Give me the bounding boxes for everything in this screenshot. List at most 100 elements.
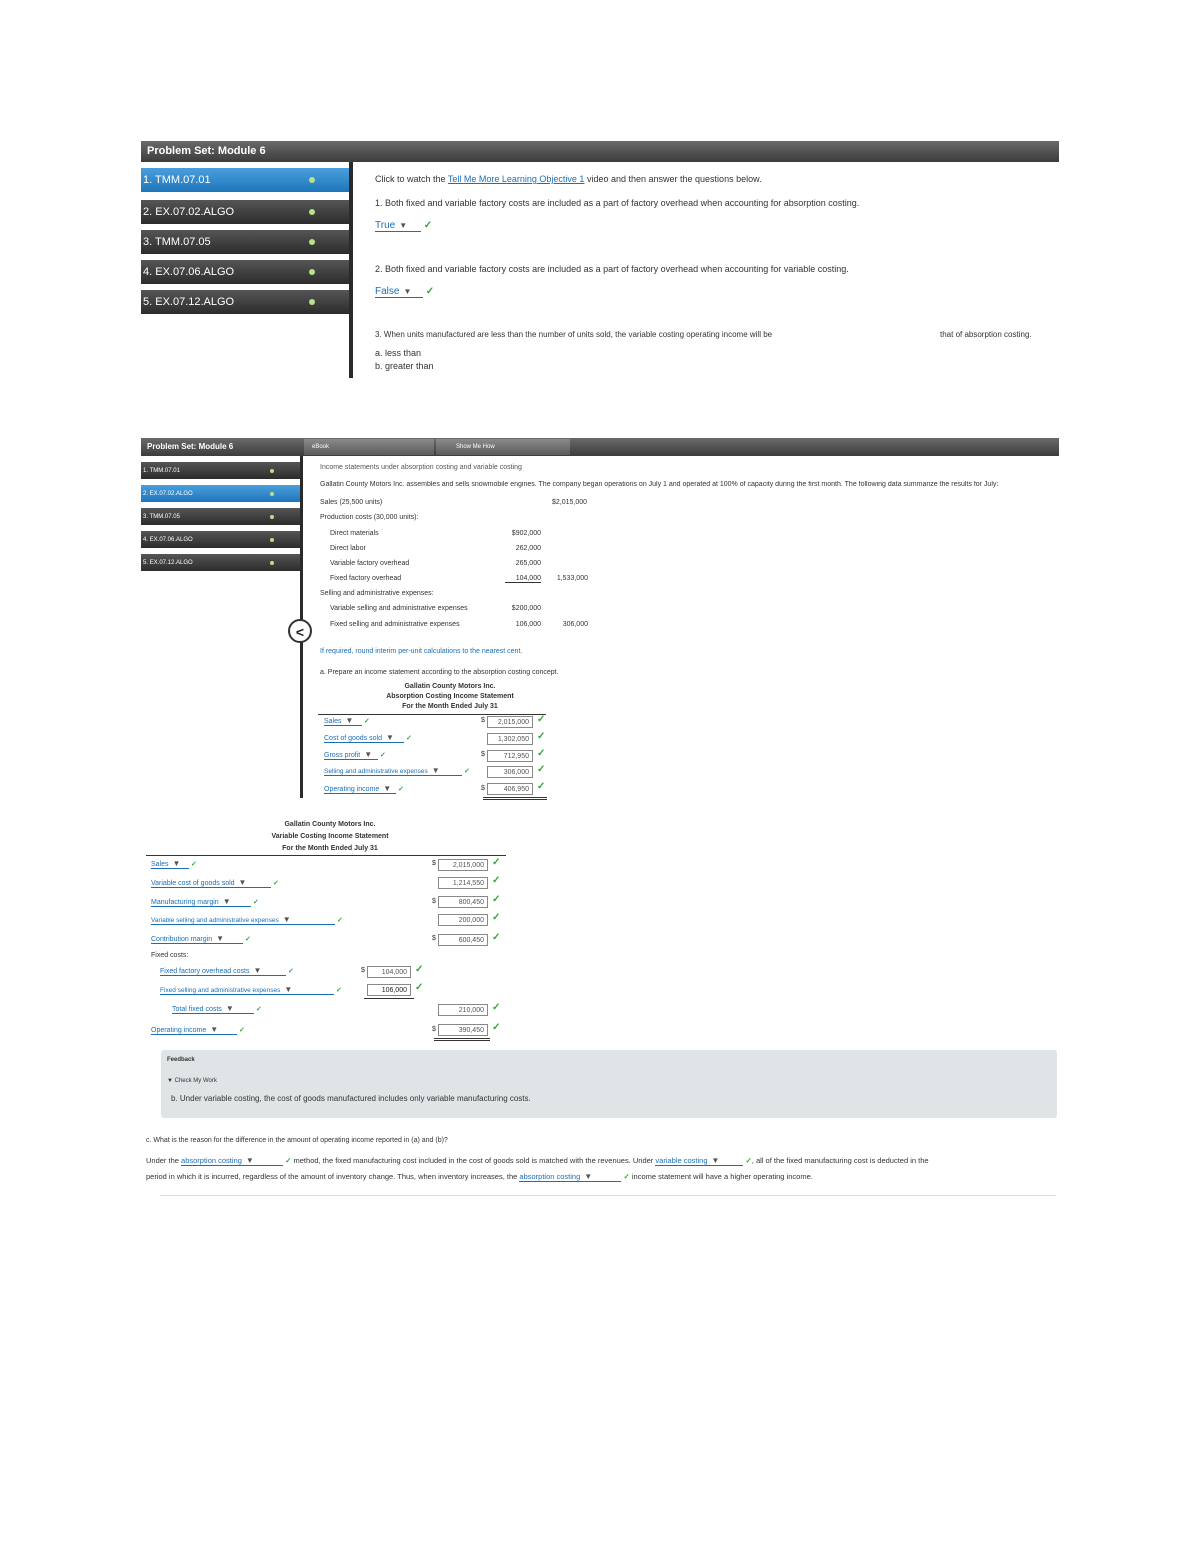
abs-cogs-input[interactable]: 1,302,050 bbox=[487, 733, 533, 745]
part-c-select-3[interactable]: absorption costing ▼ bbox=[519, 1172, 622, 1182]
q3-option-b[interactable]: b. greater than bbox=[375, 361, 434, 371]
learning-objective-link[interactable]: Tell Me More Learning Objective 1 bbox=[448, 174, 585, 184]
check-icon: ✓ bbox=[492, 857, 501, 868]
q3-option-a[interactable]: a. less than bbox=[375, 348, 421, 358]
abs-selling-admin-select[interactable]: Selling and administrative expenses ▼ bbox=[324, 766, 462, 776]
check-icon: ✓ bbox=[537, 748, 546, 759]
select-value: Contribution margin bbox=[151, 936, 213, 943]
question-3: 3. When units manufactured are less than… bbox=[375, 330, 773, 339]
sales-units-label: Sales (25,500 units) bbox=[320, 499, 383, 506]
tab-show-me-how[interactable]: Show Me How bbox=[436, 439, 570, 455]
check-icon: ✓ bbox=[492, 1022, 501, 1033]
nav-label: 5. EX.07.12.ALGO bbox=[143, 559, 193, 566]
panel2-nav-item-2[interactable]: 2. EX.07.02.ALGO bbox=[141, 485, 300, 505]
panel1-nav-item-5[interactable]: 5. EX.07.12.ALGO bbox=[141, 290, 349, 317]
chevron-down-icon: ▼ bbox=[431, 766, 440, 775]
select-value: False bbox=[375, 286, 400, 297]
production-costs-label: Production costs (30,000 units): bbox=[320, 514, 419, 521]
abs-row-operating-income: Operating income ▼ ✓ bbox=[324, 784, 404, 794]
abs-gross-profit-select[interactable]: Gross profit ▼ bbox=[324, 750, 378, 760]
var-sales-input[interactable]: 2,015,000 bbox=[438, 859, 488, 871]
status-dot-icon bbox=[270, 537, 274, 542]
abs-operating-income-select[interactable]: Operating income ▼ bbox=[324, 784, 396, 794]
fixed-selling-select[interactable]: Fixed selling and administrative expense… bbox=[160, 985, 334, 995]
var-mfg-margin-select[interactable]: Manufacturing margin ▼ bbox=[151, 897, 251, 907]
chevron-down-icon: ▼ bbox=[210, 1025, 219, 1034]
check-icon: ✓ bbox=[537, 714, 546, 725]
chevron-down-icon: ▼ bbox=[282, 915, 291, 924]
abs-sales-select[interactable]: Sales ▼ bbox=[324, 716, 362, 726]
var-operating-income-input[interactable]: 390,450 bbox=[438, 1024, 488, 1036]
fixed-costs-label: Fixed costs: bbox=[151, 952, 189, 959]
nav-label: 4. EX.07.06.ALGO bbox=[143, 536, 193, 543]
panel2-title-bar: Problem Set: Module 6 bbox=[141, 438, 1059, 456]
prod-item-value: 104,000 bbox=[505, 575, 541, 583]
q2-answer-select[interactable]: False ▼ bbox=[375, 286, 423, 298]
fixed-factory-input[interactable]: 104,000 bbox=[367, 966, 411, 978]
abs-sales-input[interactable]: 2,015,000 bbox=[487, 716, 533, 728]
select-value: Manufacturing margin bbox=[151, 899, 219, 906]
var-selling-select[interactable]: Variable selling and administrative expe… bbox=[151, 915, 335, 925]
select-value: variable costing bbox=[655, 1156, 708, 1165]
panel2-nav-item-5[interactable]: 5. EX.07.12.ALGO bbox=[141, 554, 300, 574]
panel1-nav-item-4[interactable]: 4. EX.07.06.ALGO bbox=[141, 260, 349, 287]
total-fixed-input[interactable]: 210,000 bbox=[438, 1004, 488, 1016]
part-c-select-2[interactable]: variable costing ▼ bbox=[655, 1156, 744, 1166]
var-selling-input[interactable]: 200,000 bbox=[438, 914, 488, 926]
chevron-down-icon: ▼ bbox=[172, 859, 181, 868]
check-icon: ✓ bbox=[252, 899, 259, 906]
var-cogs-input[interactable]: 1,214,550 bbox=[438, 877, 488, 889]
nav-label: 2. EX.07.02.ALGO bbox=[143, 490, 193, 497]
check-icon: ✓ bbox=[255, 1006, 262, 1013]
dollar-sign: $ bbox=[361, 967, 365, 974]
chevron-down-icon: ▼ bbox=[711, 1156, 720, 1165]
tab-ebook[interactable]: eBook bbox=[304, 439, 434, 455]
check-icon: ✓ bbox=[238, 1027, 245, 1034]
dollar-sign: $ bbox=[432, 935, 436, 942]
panel1-nav-item-3[interactable]: 3. TMM.07.05 bbox=[141, 230, 349, 257]
chevron-down-icon: ▼ bbox=[385, 733, 394, 742]
check-icon: ✓ bbox=[492, 1002, 501, 1013]
var-cogs-select[interactable]: Variable cost of goods sold ▼ bbox=[151, 878, 271, 888]
absorption-stmt-company: Gallatin County Motors Inc. bbox=[404, 683, 496, 690]
prod-item-label: Variable factory overhead bbox=[330, 560, 410, 567]
fixed-factory-select[interactable]: Fixed factory overhead costs ▼ bbox=[160, 966, 286, 976]
var-row-var-selling: Variable selling and administrative expe… bbox=[151, 915, 343, 925]
abs-gross-profit-input[interactable]: 712,950 bbox=[487, 750, 533, 762]
var-contribution-input[interactable]: 600,450 bbox=[438, 934, 488, 946]
check-icon: ✓ bbox=[537, 764, 546, 775]
panel1-divider bbox=[349, 162, 353, 378]
abs-selling-admin-input[interactable]: 306,000 bbox=[487, 766, 533, 778]
dollar-sign: $ bbox=[432, 1026, 436, 1033]
dollar-sign: $ bbox=[432, 860, 436, 867]
chevron-down-icon: ▼ bbox=[216, 934, 225, 943]
var-row-fixed-factory: Fixed factory overhead costs ▼ ✓ bbox=[160, 966, 294, 976]
q1-answer-select[interactable]: True ▼ bbox=[375, 220, 421, 232]
check-icon: ✓ bbox=[425, 286, 435, 297]
panel2-nav-item-4[interactable]: 4. EX.07.06.ALGO bbox=[141, 531, 300, 551]
check-my-work-toggle[interactable]: ▼ Check My Work bbox=[167, 1078, 217, 1084]
part-c-select-1[interactable]: absorption costing ▼ bbox=[181, 1156, 284, 1166]
panel2-nav-item-3[interactable]: 3. TMM.07.05 bbox=[141, 508, 300, 528]
select-value: Total fixed costs bbox=[172, 1006, 222, 1013]
check-icon: ✓ bbox=[244, 936, 251, 943]
abs-cogs-select[interactable]: Cost of goods sold ▼ bbox=[324, 733, 404, 743]
prod-item-value: 265,000 bbox=[515, 560, 541, 567]
panel1-nav-item-2[interactable]: 2. EX.07.02.ALGO bbox=[141, 200, 349, 227]
chevron-down-icon: ▼ bbox=[383, 784, 392, 793]
panel2-nav-item-1[interactable]: 1. TMM.07.01 bbox=[141, 462, 300, 482]
fixed-selling-input[interactable]: 106,000 bbox=[367, 984, 411, 996]
panel1-nav-item-1[interactable]: 1. TMM.07.01 bbox=[141, 168, 349, 195]
question-1: 1. Both fixed and variable factory costs… bbox=[375, 198, 860, 208]
status-dot-icon bbox=[309, 209, 315, 215]
var-contribution-select[interactable]: Contribution margin ▼ bbox=[151, 934, 243, 944]
var-mfg-margin-input[interactable]: 800,450 bbox=[438, 896, 488, 908]
status-dot-icon bbox=[270, 468, 274, 473]
chevron-down-icon: ▼ bbox=[245, 1156, 254, 1165]
total-fixed-select[interactable]: Total fixed costs ▼ bbox=[172, 1004, 254, 1014]
var-sales-select[interactable]: Sales ▼ bbox=[151, 859, 189, 869]
collapse-sidebar-button[interactable]: < bbox=[288, 619, 312, 643]
status-dot-icon bbox=[309, 239, 315, 245]
abs-operating-income-input[interactable]: 406,950 bbox=[487, 783, 533, 795]
var-operating-income-select[interactable]: Operating income ▼ bbox=[151, 1025, 237, 1035]
